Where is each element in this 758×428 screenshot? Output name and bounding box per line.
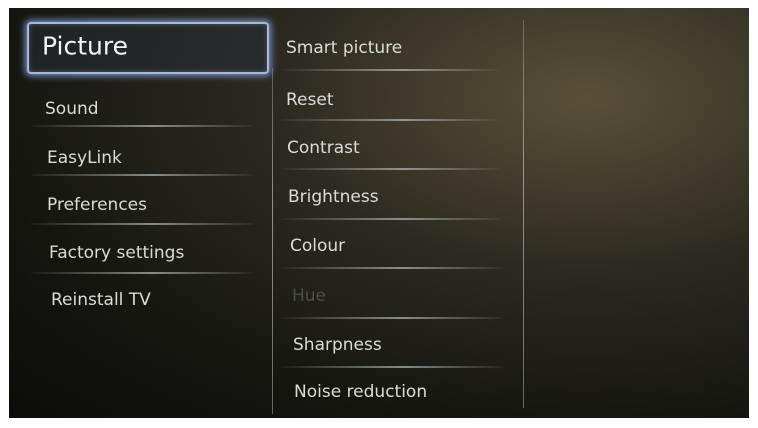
menu-separator xyxy=(31,223,253,225)
menu-item-factory-settings[interactable]: Factory settings xyxy=(49,245,184,262)
submenu-separator xyxy=(281,218,503,220)
submenu-separator xyxy=(281,267,503,269)
menu-item-picture-label: Picture xyxy=(42,31,128,61)
column-divider xyxy=(272,68,273,414)
submenu-separator xyxy=(281,317,503,319)
submenu-separator xyxy=(281,119,503,121)
submenu-item-contrast[interactable]: Contrast xyxy=(287,140,360,157)
submenu-separator xyxy=(281,168,503,170)
submenu-item-sharpness[interactable]: Sharpness xyxy=(293,337,382,354)
menu-item-easylink[interactable]: EasyLink xyxy=(47,150,122,167)
submenu-item-smart-picture[interactable]: Smart picture xyxy=(286,40,402,57)
submenu-item-reset[interactable]: Reset xyxy=(286,92,334,109)
menu-separator xyxy=(31,174,253,176)
submenu-item-colour[interactable]: Colour xyxy=(290,238,345,255)
submenu-item-brightness[interactable]: Brightness xyxy=(288,189,379,206)
menu-item-preferences[interactable]: Preferences xyxy=(47,197,147,214)
menu-separator xyxy=(31,272,253,274)
menu-separator xyxy=(31,125,253,127)
submenu-item-noise-reduction[interactable]: Noise reduction xyxy=(294,384,427,401)
menu-item-sound[interactable]: Sound xyxy=(45,101,99,118)
column-divider xyxy=(523,20,524,408)
menu-item-reinstall-tv[interactable]: Reinstall TV xyxy=(51,292,151,309)
submenu-item-hue: Hue xyxy=(292,286,327,306)
tv-screen: Picture Sound EasyLink Preferences Facto… xyxy=(9,8,749,418)
submenu-separator xyxy=(281,69,503,71)
submenu-separator xyxy=(281,366,503,368)
